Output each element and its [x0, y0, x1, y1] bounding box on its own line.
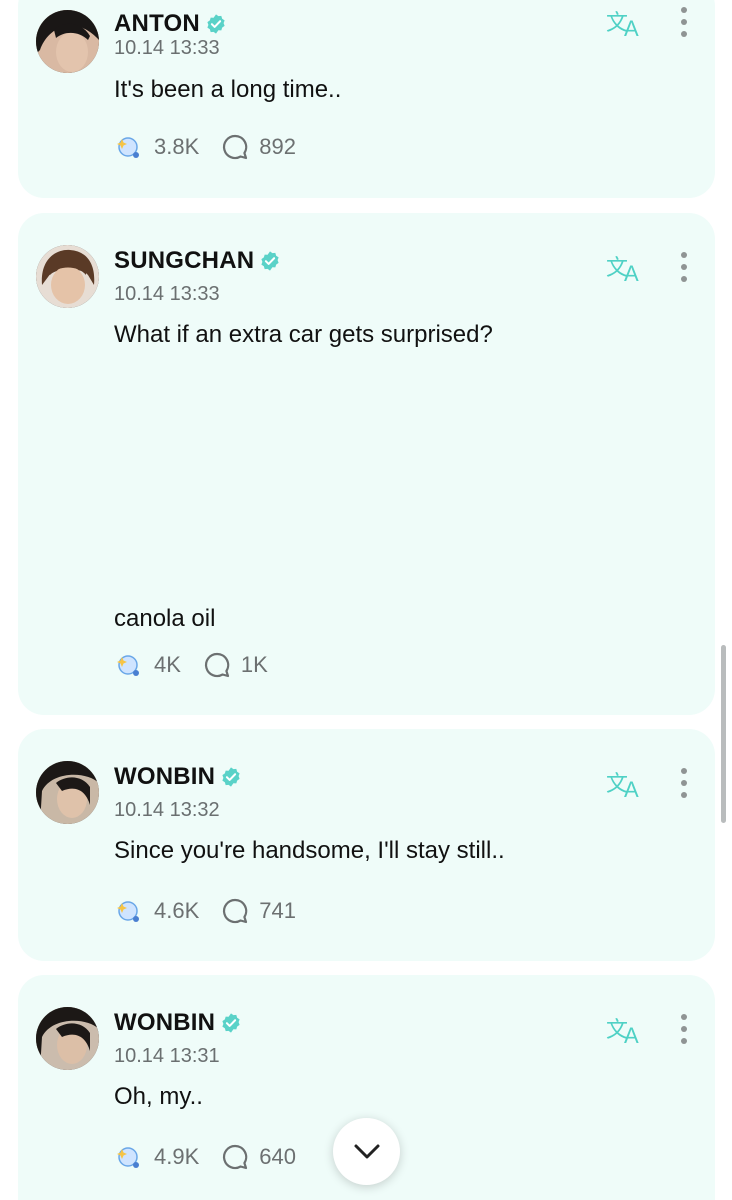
author-row: SUNGCHAN [114, 247, 281, 275]
post-time: 10.14 13:33 [114, 283, 220, 305]
post-time: 10.14 13:33 [114, 37, 220, 59]
like-sparkle-icon [117, 137, 139, 158]
scroll-down-button[interactable] [333, 1118, 400, 1185]
verified-badge-icon [222, 1013, 240, 1033]
comment-stat[interactable]: 892 [221, 133, 296, 161]
post-card[interactable]: SUNGCHAN 10.14 13:33 What if an extra ca… [18, 213, 715, 715]
svg-text:A: A [624, 261, 639, 285]
post-time: 10.14 13:31 [114, 1045, 220, 1067]
like-stat[interactable]: 4.9K [114, 1143, 199, 1171]
comment-stat[interactable]: 1K [203, 651, 268, 679]
like-stat[interactable]: 3.8K [114, 133, 199, 161]
post-text: Since you're handsome, I'll stay still.. [114, 837, 505, 864]
more-vertical-icon[interactable] [672, 4, 696, 40]
like-sparkle-icon [117, 655, 139, 676]
comment-count: 640 [259, 1144, 296, 1169]
post-feed: ANTON 10.14 13:33 It's been a long time.… [0, 0, 732, 1200]
post-stats: 4K 1K [114, 651, 290, 679]
comment-count: 741 [259, 898, 296, 923]
author-name[interactable]: WONBIN [114, 1009, 215, 1037]
comment-bubble-icon [223, 1144, 248, 1170]
post-stats: 3.8K 892 [114, 133, 318, 161]
post-text-extra: canola oil [114, 605, 216, 632]
comment-stat[interactable]: 741 [221, 897, 296, 925]
author-row: WONBIN [114, 763, 242, 791]
svg-text:A: A [624, 777, 639, 801]
avatar[interactable] [36, 761, 99, 824]
avatar[interactable] [36, 245, 99, 308]
comment-count: 1K [240, 652, 268, 677]
author-name[interactable]: SUNGCHAN [114, 247, 254, 275]
post-card[interactable]: ANTON 10.14 13:33 It's been a long time.… [18, 0, 715, 198]
like-count: 3.8K [154, 134, 200, 159]
post-time: 10.14 13:32 [114, 799, 220, 821]
like-count: 4K [154, 652, 181, 677]
svg-text:A: A [624, 16, 639, 40]
verified-badge-icon [261, 251, 279, 271]
more-vertical-icon[interactable] [672, 1011, 696, 1047]
avatar[interactable] [36, 10, 99, 73]
more-vertical-icon[interactable] [672, 249, 696, 285]
author-row: ANTON [114, 10, 227, 38]
translate-icon[interactable]: 文 A [604, 1011, 644, 1047]
more-vertical-icon[interactable] [672, 765, 696, 801]
verified-badge-icon [222, 767, 240, 787]
comment-stat[interactable]: 640 [221, 1143, 296, 1171]
post-card[interactable]: WONBIN 10.14 13:32 Since you're handsome… [18, 729, 715, 961]
translate-icon[interactable]: 文 A [604, 249, 644, 285]
comment-bubble-icon [223, 134, 248, 160]
translate-icon[interactable]: 文 A [604, 4, 644, 40]
like-sparkle-icon [117, 901, 139, 922]
like-stat[interactable]: 4.6K [114, 897, 199, 925]
comment-bubble-icon [223, 898, 248, 924]
comment-bubble-icon [204, 652, 230, 678]
author-row: WONBIN [114, 1009, 242, 1037]
post-stats: 4.9K 640 [114, 1143, 318, 1171]
like-sparkle-icon [117, 1147, 139, 1168]
post-text: It's been a long time.. [114, 76, 342, 103]
like-stat[interactable]: 4K [114, 651, 181, 679]
author-name[interactable]: WONBIN [114, 763, 215, 791]
verified-badge-icon [207, 14, 225, 34]
svg-text:A: A [624, 1023, 639, 1047]
post-text: What if an extra car gets surprised? [114, 321, 493, 348]
scrollbar[interactable] [721, 645, 726, 823]
translate-icon[interactable]: 文 A [604, 765, 644, 801]
chevron-down-icon [354, 1144, 379, 1158]
post-stats: 4.6K 741 [114, 897, 318, 925]
avatar[interactable] [36, 1007, 99, 1070]
author-name[interactable]: ANTON [114, 10, 200, 38]
comment-count: 892 [259, 134, 296, 159]
like-count: 4.9K [154, 1144, 200, 1169]
like-count: 4.6K [154, 898, 200, 923]
post-text: Oh, my.. [114, 1083, 203, 1110]
